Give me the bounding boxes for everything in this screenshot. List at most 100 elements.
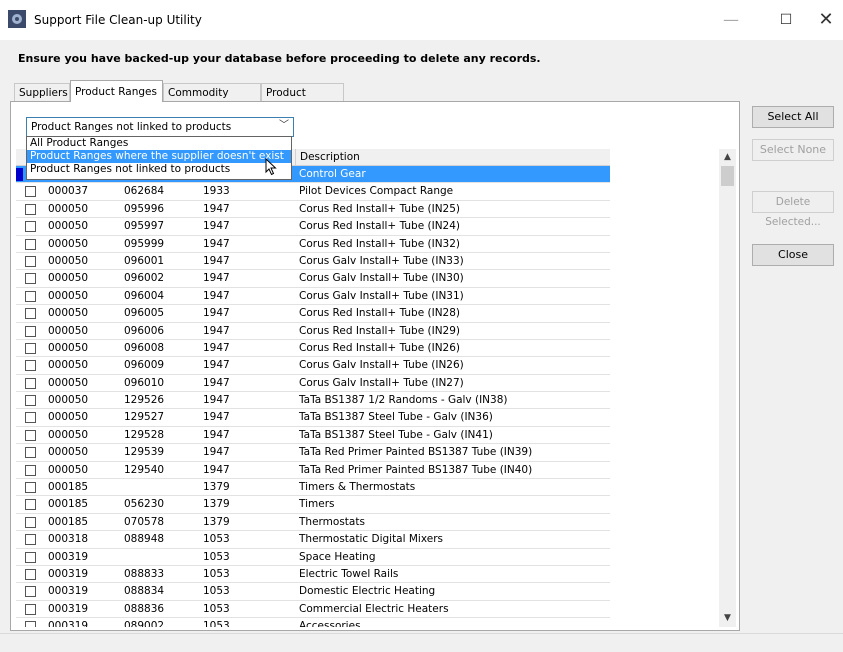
group-code-cell: 1947 bbox=[203, 237, 230, 250]
row-checkbox[interactable] bbox=[25, 238, 36, 250]
supplier-code-cell: 000050 bbox=[48, 446, 89, 459]
row-checkbox[interactable] bbox=[25, 360, 36, 372]
table-row[interactable]: 000050 095999 1947 Corus Red Install+ Tube … bbox=[16, 236, 610, 253]
row-checkbox[interactable] bbox=[25, 395, 36, 407]
supplier-code-cell: 000050 bbox=[48, 289, 89, 302]
group-code-cell: 1947 bbox=[203, 272, 230, 285]
row-checkbox[interactable] bbox=[25, 325, 36, 337]
chevron-up-icon[interactable]: ▲ bbox=[719, 149, 736, 166]
scrollbar-thumb[interactable] bbox=[721, 166, 734, 186]
row-checkbox[interactable] bbox=[25, 412, 36, 424]
chevron-down-icon[interactable]: ﹀ bbox=[279, 117, 289, 135]
row-checkbox[interactable] bbox=[25, 482, 36, 494]
supplier-code-cell: 000050 bbox=[48, 220, 89, 233]
row-checkbox[interactable] bbox=[25, 499, 36, 511]
row-checkbox[interactable] bbox=[25, 429, 36, 441]
dropdown-option-supplier-missing[interactable]: Product Ranges where the supplier doesn'… bbox=[27, 150, 291, 163]
description-cell: Corus Red Install+ Tube (IN29) bbox=[299, 324, 461, 337]
range-code-cell: 088948 bbox=[124, 533, 165, 546]
table-row[interactable]: 000037 062684 1933 Pilot Devices Compact Ra… bbox=[16, 183, 610, 201]
status-bar bbox=[0, 633, 843, 652]
select-all-button[interactable]: Select All bbox=[752, 106, 834, 128]
table-row[interactable]: 000319 088836 1053 Commercial Electric Heat… bbox=[16, 601, 610, 619]
row-checkbox[interactable] bbox=[25, 551, 36, 563]
description-cell: TaTa BS1387 Steel Tube - Galv (IN41) bbox=[299, 428, 493, 441]
supplier-code-cell: 000319 bbox=[48, 567, 89, 580]
row-checkbox[interactable] bbox=[25, 342, 36, 354]
description-cell: Electric Towel Rails bbox=[299, 567, 399, 580]
table-row[interactable]: 000050 096001 1947 Corus Galv Install+ Tube… bbox=[16, 253, 610, 271]
tab-commodity-codes[interactable]: Commodity Codes bbox=[163, 83, 261, 117]
description-cell: Corus Galv Install+ Tube (IN27) bbox=[299, 376, 464, 389]
row-checkbox[interactable] bbox=[25, 621, 36, 627]
delete-selected-button[interactable]: Delete Selected... bbox=[752, 191, 834, 228]
close-window-button[interactable]: ✕ bbox=[806, 8, 843, 32]
row-checkbox[interactable] bbox=[25, 568, 36, 580]
product-ranges-grid[interactable]: Description Control Gear 000037 062684 1933… bbox=[16, 149, 736, 627]
range-code-cell: 088836 bbox=[124, 602, 165, 615]
table-row[interactable]: 000050 129527 1947 TaTa BS1387 Steel Tube -… bbox=[16, 409, 610, 427]
table-row[interactable]: 000319 088833 1053 Electric Towel Rails bbox=[16, 566, 610, 584]
table-row[interactable]: 000319 089002 1053 Accessories bbox=[16, 618, 610, 627]
row-checkbox[interactable] bbox=[25, 186, 36, 198]
minimize-button[interactable]: — bbox=[711, 8, 751, 32]
row-checkbox[interactable] bbox=[25, 221, 36, 233]
row-checkbox[interactable] bbox=[25, 516, 36, 528]
group-code-cell: 1947 bbox=[203, 307, 230, 320]
supplier-code-cell: 000319 bbox=[48, 585, 89, 598]
row-checkbox[interactable] bbox=[25, 377, 36, 389]
dropdown-option-not-linked[interactable]: Product Ranges not linked to products bbox=[27, 163, 291, 176]
mouse-pointer-icon bbox=[265, 158, 277, 176]
row-checkbox[interactable] bbox=[25, 290, 36, 302]
filter-combobox[interactable]: Product Ranges not linked to products ﹀ bbox=[26, 117, 294, 137]
table-row[interactable]: 000050 096006 1947 Corus Red Install+ Tube … bbox=[16, 323, 610, 340]
range-code-cell: 096010 bbox=[124, 376, 165, 389]
maximize-button[interactable]: ☐ bbox=[766, 8, 806, 32]
table-row[interactable]: 000050 096005 1947 Corus Red Install+ Tube … bbox=[16, 305, 610, 323]
column-header-description[interactable]: Description bbox=[295, 149, 610, 165]
table-row[interactable]: 000185 056230 1379 Timers bbox=[16, 496, 610, 514]
table-row[interactable]: 000050 129526 1947 TaTa BS1387 1/2 Randoms … bbox=[16, 392, 610, 410]
table-row[interactable]: 000050 129540 1947 TaTa Red Primer Painted … bbox=[16, 462, 610, 480]
row-checkbox[interactable] bbox=[25, 586, 36, 598]
row-checkbox[interactable] bbox=[25, 255, 36, 267]
row-checkbox[interactable] bbox=[25, 534, 36, 546]
table-row[interactable]: 000050 096008 1947 Corus Red Install+ Tube … bbox=[16, 340, 610, 358]
table-row[interactable]: 000185 1379 Timers & Thermostats bbox=[16, 479, 610, 497]
table-row[interactable]: 000050 129539 1947 TaTa Red Primer Painted … bbox=[16, 444, 610, 462]
group-code-cell: 1947 bbox=[203, 341, 230, 354]
table-row[interactable]: 000319 088834 1053 Domestic Electric Heatin… bbox=[16, 583, 610, 601]
supplier-code-cell: 000050 bbox=[48, 341, 89, 354]
dropdown-option-all[interactable]: All Product Ranges bbox=[27, 137, 291, 150]
row-checkbox[interactable] bbox=[25, 203, 36, 215]
close-button[interactable]: Close bbox=[752, 244, 834, 266]
supplier-code-cell: 000319 bbox=[48, 620, 89, 627]
range-code-cell: 089002 bbox=[124, 620, 165, 627]
table-row[interactable]: 000050 129528 1947 TaTa BS1387 Steel Tube -… bbox=[16, 427, 610, 445]
table-row[interactable]: 000318 088948 1053 Thermostatic Digital Mix… bbox=[16, 531, 610, 549]
row-checkbox[interactable] bbox=[25, 273, 36, 285]
table-row[interactable]: 000050 096004 1947 Corus Galv Install+ Tube… bbox=[16, 288, 610, 306]
description-cell: TaTa Red Primer Painted BS1387 Tube (IN3… bbox=[299, 446, 533, 459]
supplier-code-cell: 000050 bbox=[48, 237, 89, 250]
description-cell: Domestic Electric Heating bbox=[299, 585, 436, 598]
row-checkbox[interactable] bbox=[25, 308, 36, 320]
table-row[interactable]: 000185 070578 1379 Thermostats bbox=[16, 514, 610, 532]
select-none-button[interactable]: Select None bbox=[752, 139, 834, 161]
row-checkbox[interactable] bbox=[25, 447, 36, 459]
group-code-cell: 1947 bbox=[203, 411, 230, 424]
table-row[interactable]: 000050 095997 1947 Corus Red Install+ Tube … bbox=[16, 218, 610, 236]
vertical-scrollbar[interactable]: ▲ ▼ bbox=[719, 149, 736, 627]
table-row[interactable]: 000050 096010 1947 Corus Galv Install+ Tube… bbox=[16, 375, 610, 393]
table-row[interactable]: 000050 095996 1947 Corus Red Install+ Tube … bbox=[16, 201, 610, 219]
tab-product-ranges[interactable]: Product Ranges bbox=[70, 80, 163, 102]
tab-product-groups[interactable]: Product Groups bbox=[261, 83, 344, 117]
table-row[interactable]: 000050 096002 1947 Corus Galv Install+ Tube… bbox=[16, 270, 610, 288]
table-row[interactable]: 000050 096009 1947 Corus Galv Install+ Tube… bbox=[16, 357, 610, 375]
row-checkbox[interactable] bbox=[25, 603, 36, 615]
tab-suppliers[interactable]: Suppliers bbox=[14, 83, 70, 101]
row-checkbox[interactable] bbox=[25, 464, 36, 476]
chevron-down-icon[interactable]: ▼ bbox=[719, 610, 736, 627]
table-row[interactable]: 000319 1053 Space Heating bbox=[16, 549, 610, 566]
range-code-cell: 129539 bbox=[124, 446, 165, 459]
